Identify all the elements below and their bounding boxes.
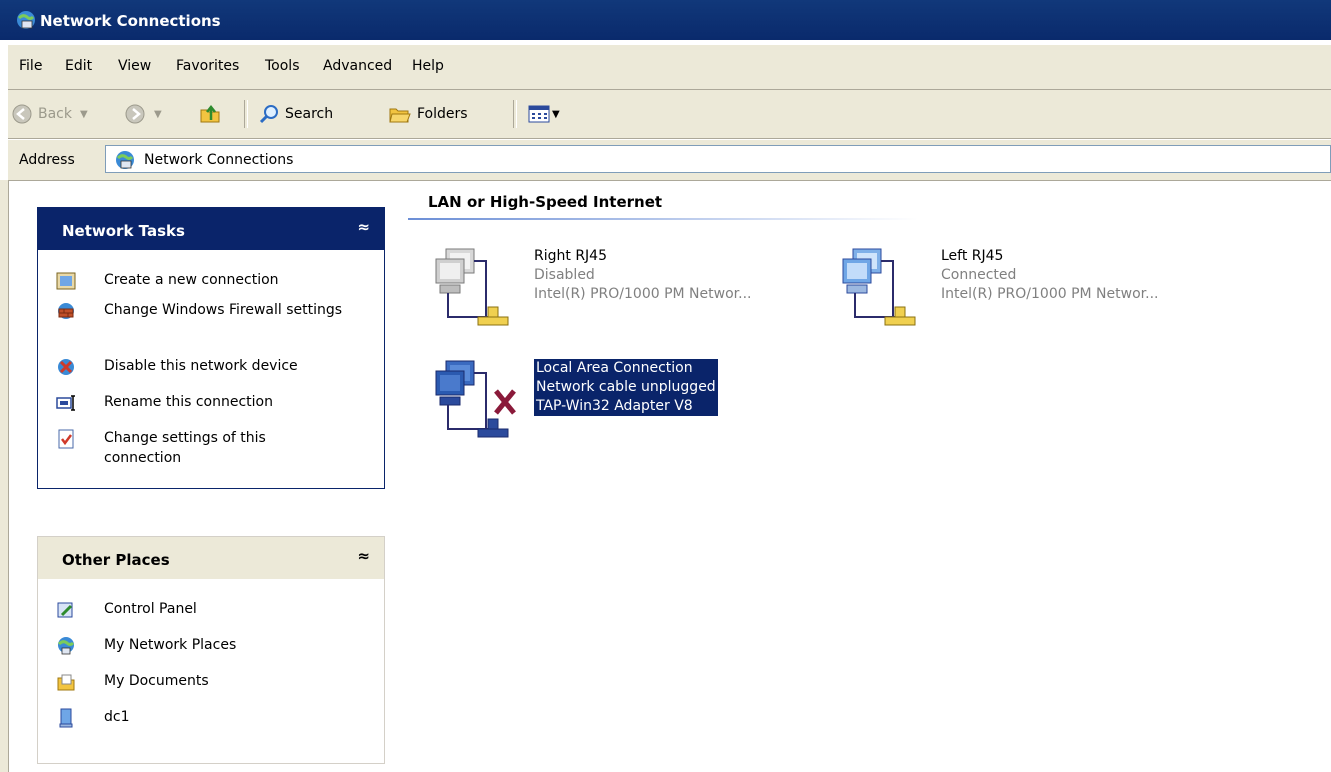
other-places-header[interactable]: Other Places ≈ bbox=[38, 537, 384, 579]
task-label: Change settings of this connection bbox=[104, 430, 266, 466]
task-pane: Network Tasks ≈ Create a new connection … bbox=[9, 181, 389, 772]
connection-text: Local Area Connection Network cable unpl… bbox=[533, 358, 719, 417]
place-label: dc1 bbox=[104, 709, 130, 725]
firewall-icon bbox=[58, 303, 74, 319]
address-label: Address bbox=[19, 152, 75, 168]
back-label: Back bbox=[38, 106, 72, 122]
place-label: Control Panel bbox=[104, 601, 197, 617]
task-label: Create a new connection bbox=[104, 272, 279, 288]
toolbar: Back ▼ ▼ Search Folders ▼ bbox=[8, 90, 1331, 139]
lan-connected-icon bbox=[842, 248, 916, 326]
connection-device: Intel(R) PRO/1000 PM Networ... bbox=[941, 286, 1159, 302]
chevron-down-icon: ▼ bbox=[154, 108, 162, 120]
connection-text: Right RJ45 Disabled Intel(R) PRO/1000 PM… bbox=[534, 247, 751, 304]
up-button[interactable] bbox=[198, 98, 222, 130]
task-label: Rename this connection bbox=[104, 394, 273, 410]
folders-button[interactable]: Folders bbox=[388, 98, 468, 130]
task-label: Change Windows Firewall settings bbox=[104, 302, 343, 318]
forward-button[interactable]: ▼ bbox=[124, 98, 162, 130]
network-tasks-panel: Network Tasks ≈ Create a new connection … bbox=[37, 207, 385, 489]
connection-name: Right RJ45 bbox=[534, 248, 607, 264]
toolbar-separator bbox=[244, 100, 248, 128]
collapse-chevron-icon[interactable]: ≈ bbox=[357, 547, 370, 565]
views-button[interactable]: ▼ bbox=[528, 98, 560, 130]
lan-unplugged-icon bbox=[435, 360, 516, 438]
disable-device-icon bbox=[58, 359, 74, 375]
title-bar[interactable]: Network Connections bbox=[0, 0, 1331, 40]
menu-tools[interactable]: Tools bbox=[265, 58, 300, 74]
group-title: LAN or High-Speed Internet bbox=[428, 193, 663, 211]
address-bar: Address Network Connections bbox=[8, 140, 1331, 181]
folders-label: Folders bbox=[417, 106, 468, 122]
address-field[interactable]: Network Connections bbox=[105, 145, 1331, 173]
network-connections-icon bbox=[116, 151, 134, 169]
window-title: Network Connections bbox=[40, 12, 221, 30]
network-tasks-title: Network Tasks bbox=[62, 222, 185, 240]
chevron-down-icon: ▼ bbox=[552, 108, 560, 120]
other-places-panel: Other Places ≈ Control Panel My Network … bbox=[37, 536, 385, 764]
connection-device: TAP-Win32 Adapter V8 bbox=[536, 398, 693, 414]
search-button[interactable]: Search bbox=[258, 98, 333, 130]
window-left-border bbox=[0, 180, 9, 772]
other-places-title: Other Places bbox=[62, 551, 170, 569]
menu-advanced[interactable]: Advanced bbox=[323, 58, 392, 74]
settings-icon bbox=[58, 429, 74, 449]
toolbar-separator bbox=[513, 100, 517, 128]
chevron-down-icon: ▼ bbox=[80, 108, 88, 120]
computer-icon bbox=[59, 708, 73, 728]
collapse-chevron-icon[interactable]: ≈ bbox=[357, 218, 370, 236]
connection-text: Left RJ45 Connected Intel(R) PRO/1000 PM… bbox=[941, 247, 1158, 304]
connection-name: Left RJ45 bbox=[941, 248, 1004, 264]
forward-arrow-icon bbox=[125, 104, 145, 124]
folders-icon bbox=[389, 108, 411, 123]
connection-status: Disabled bbox=[534, 267, 595, 283]
connection-status: Connected bbox=[941, 267, 1017, 283]
back-arrow-icon bbox=[12, 104, 32, 124]
network-connections-icon bbox=[17, 11, 35, 29]
search-icon bbox=[259, 105, 278, 124]
lan-disabled-icon bbox=[435, 248, 509, 326]
group-divider bbox=[408, 218, 918, 220]
control-panel-icon bbox=[57, 602, 73, 618]
menu-edit[interactable]: Edit bbox=[65, 58, 92, 74]
back-button[interactable]: Back ▼ bbox=[11, 98, 88, 130]
menu-favorites[interactable]: Favorites bbox=[176, 58, 239, 74]
rename-icon bbox=[56, 395, 75, 411]
task-label: Disable this network device bbox=[104, 358, 298, 374]
menu-file[interactable]: File bbox=[19, 58, 42, 74]
new-connection-icon bbox=[56, 272, 76, 290]
folder-up-icon bbox=[200, 104, 220, 123]
place-label: My Documents bbox=[104, 673, 209, 689]
network-tasks-header[interactable]: Network Tasks ≈ bbox=[38, 208, 384, 250]
search-label: Search bbox=[285, 106, 334, 122]
connections-view: LAN or High-Speed Internet Right RJ45 Di… bbox=[390, 181, 1331, 772]
documents-icon bbox=[57, 674, 75, 691]
views-icon bbox=[528, 105, 550, 123]
network-places-icon bbox=[57, 637, 75, 655]
address-value: Network Connections bbox=[144, 152, 294, 168]
menu-bar: File Edit View Favorites Tools Advanced … bbox=[8, 44, 1331, 90]
connection-device: Intel(R) PRO/1000 PM Networ... bbox=[534, 286, 752, 302]
menu-help[interactable]: Help bbox=[412, 58, 444, 74]
connection-status: Network cable unplugged bbox=[536, 379, 716, 395]
menu-view[interactable]: View bbox=[118, 58, 151, 74]
place-label: My Network Places bbox=[104, 637, 237, 653]
connection-name: Local Area Connection bbox=[536, 360, 693, 376]
